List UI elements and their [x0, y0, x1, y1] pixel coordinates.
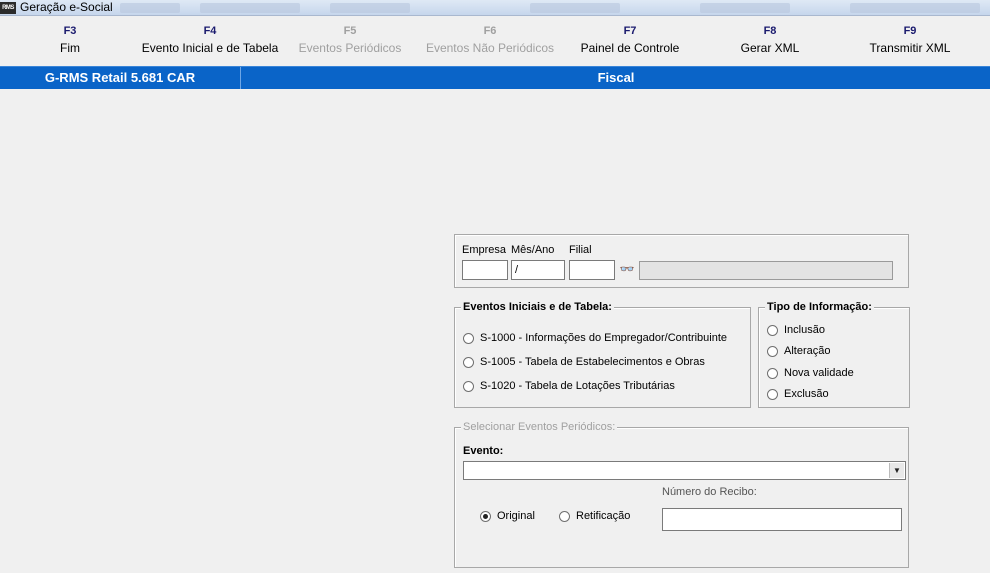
radio-label: S-1000 - Informações do Empregador/Contr…: [480, 332, 728, 344]
eventos-iniciais-title: Eventos Iniciais e de Tabela:: [461, 300, 614, 314]
fkey-label: Eventos Não Periódicos: [425, 41, 555, 55]
radio-button-icon[interactable]: [480, 510, 491, 522]
radio-label: Nova validade: [784, 367, 854, 379]
f7-painel-controle-button[interactable]: F7 Painel de Controle: [570, 24, 690, 58]
radio-s1005[interactable]: S-1005 - Tabela de Estabelecimentos e Ob…: [463, 356, 705, 368]
binoculars-icon[interactable]: 👓: [618, 261, 636, 278]
radio-s1000[interactable]: S-1000 - Informações do Empregador/Contr…: [463, 332, 727, 344]
mesano-label: Mês/Ano: [511, 244, 555, 256]
radio-nova-validade[interactable]: Nova validade: [767, 367, 854, 379]
radio-button-icon[interactable]: [559, 510, 570, 522]
evento-select[interactable]: ▼: [463, 461, 906, 480]
app-logo-icon: RMS: [0, 2, 16, 14]
radio-button-icon[interactable]: [767, 324, 778, 336]
fkey-code: F6: [483, 25, 497, 37]
radio-s1020[interactable]: S-1020 - Tabela de Lotações Tributárias: [463, 380, 675, 392]
f4-evento-inicial-button[interactable]: F4 Evento Inicial e de Tabela: [130, 24, 290, 58]
window-titlebar: RMS Geração e-Social: [0, 0, 990, 16]
radio-label: Alteração: [784, 345, 831, 357]
chevron-down-icon[interactable]: ▼: [889, 463, 904, 478]
background-taskbar-ghost: [530, 3, 620, 13]
fkey-code: F8: [763, 25, 777, 37]
eventos-periodicos-group: Selecionar Eventos Periódicos: Evento: ▼…: [454, 420, 909, 568]
module-info-bar: G-RMS Retail 5.681 CAR Fiscal: [0, 66, 990, 89]
filial-description-field: [639, 261, 893, 280]
fkey-label: Fim: [60, 41, 80, 55]
f9-transmitir-xml-button[interactable]: F9 Transmitir XML: [850, 24, 970, 58]
fkey-code: F4: [203, 25, 217, 37]
radio-button-icon[interactable]: [463, 380, 474, 392]
radio-label: Inclusão: [784, 324, 825, 336]
fkey-code: F5: [343, 25, 357, 37]
radio-button-icon[interactable]: [463, 356, 474, 368]
fkey-code: F9: [903, 25, 917, 37]
radio-retificacao[interactable]: Retificação: [559, 510, 630, 522]
f5-eventos-periodicos-button[interactable]: F5 Eventos Periódicos: [290, 24, 410, 58]
f3-fim-button[interactable]: F3 Fim: [20, 24, 120, 58]
radio-original[interactable]: Original: [480, 510, 535, 522]
radio-label: S-1020 - Tabela de Lotações Tributárias: [480, 380, 675, 392]
fkey-code: F7: [623, 25, 637, 37]
radio-button-icon[interactable]: [767, 388, 778, 400]
radio-label: Original: [497, 510, 535, 522]
tipo-informacao-group: Tipo de Informação: Inclusão Alteração N…: [758, 300, 910, 408]
background-taskbar-ghost: [120, 3, 180, 13]
background-taskbar-ghost: [330, 3, 410, 13]
empresa-label: Empresa: [462, 244, 507, 256]
fkey-label: Gerar XML: [740, 41, 800, 55]
background-taskbar-ghost: [700, 3, 790, 13]
radio-label: S-1005 - Tabela de Estabelecimentos e Ob…: [480, 356, 705, 368]
radio-exclusao[interactable]: Exclusão: [767, 388, 829, 400]
radio-button-icon[interactable]: [463, 332, 474, 344]
f6-eventos-nao-periodicos-button[interactable]: F6 Eventos Não Periódicos: [420, 24, 560, 58]
f8-gerar-xml-button[interactable]: F8 Gerar XML: [720, 24, 820, 58]
function-key-toolbar: F3 Fim F4 Evento Inicial e de Tabela F5 …: [0, 24, 990, 64]
fkey-label: Eventos Periódicos: [298, 41, 402, 55]
mesano-field[interactable]: /: [511, 260, 565, 280]
tipo-informacao-title: Tipo de Informação:: [765, 300, 874, 314]
eventos-iniciais-group: Eventos Iniciais e de Tabela: S-1000 - I…: [454, 300, 751, 408]
numero-recibo-label: Número do Recibo:: [662, 486, 757, 498]
window-title: Geração e-Social: [20, 0, 113, 14]
empresa-field[interactable]: [462, 260, 508, 280]
product-version: G-RMS Retail 5.681 CAR: [0, 67, 241, 89]
radio-button-icon[interactable]: [767, 367, 778, 379]
background-taskbar-ghost: [200, 3, 300, 13]
filial-label: Filial: [569, 244, 592, 256]
fkey-code: F3: [63, 25, 77, 37]
evento-label: Evento:: [463, 445, 504, 457]
numero-recibo-field[interactable]: [662, 508, 902, 531]
background-taskbar-ghost: [850, 3, 980, 13]
radio-label: Retificação: [576, 510, 631, 522]
filters-panel: Empresa Mês/Ano Filial / 👓: [454, 234, 909, 288]
radio-alteracao[interactable]: Alteração: [767, 345, 830, 357]
filial-field[interactable]: [569, 260, 615, 280]
radio-inclusao[interactable]: Inclusão: [767, 324, 825, 336]
fkey-label: Transmitir XML: [869, 41, 951, 55]
radio-label: Exclusão: [784, 388, 829, 400]
radio-button-icon[interactable]: [767, 345, 778, 357]
eventos-periodicos-title: Selecionar Eventos Periódicos:: [461, 420, 618, 434]
fkey-label: Painel de Controle: [580, 41, 680, 55]
module-name: Fiscal: [597, 70, 635, 85]
fkey-label: Evento Inicial e de Tabela: [141, 41, 279, 55]
